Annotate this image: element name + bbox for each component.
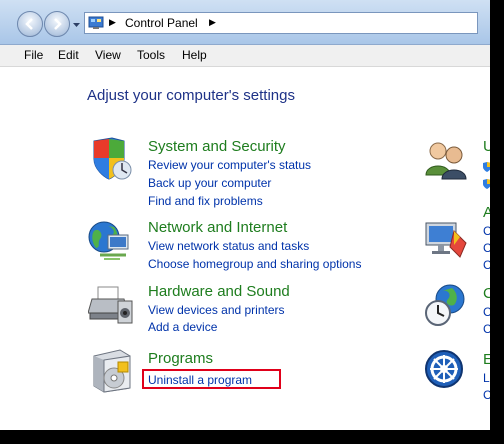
ease-of-access-link-1-partial[interactable]: L	[483, 371, 490, 385]
menu-help[interactable]: Help	[182, 48, 207, 62]
breadcrumb-chevron-icon[interactable]: ▶	[209, 18, 216, 28]
uac-shield-icon	[483, 179, 490, 189]
link-network-status[interactable]: View network status and tasks	[148, 239, 309, 253]
recent-pages-dropdown-icon[interactable]	[73, 21, 80, 28]
link-devices-printers[interactable]: View devices and printers	[148, 303, 285, 317]
user-accounts-title-partial[interactable]: U	[483, 138, 490, 155]
appearance-link-1-partial[interactable]: C	[483, 224, 490, 238]
clock-globe-icon[interactable]	[424, 283, 468, 327]
arrow-right-icon	[54, 18, 62, 30]
clock-region-title-partial[interactable]: C	[483, 285, 490, 302]
page-title: Adjust your computer's settings	[87, 87, 295, 104]
users-icon[interactable]	[424, 137, 468, 181]
uac-shield-icon	[483, 162, 490, 172]
globe-network-icon[interactable]	[86, 219, 132, 265]
menu-file[interactable]: File	[24, 48, 43, 62]
main-content: Adjust your computer's settings System a…	[0, 67, 490, 430]
navigation-bar: ▶ Control Panel ▶	[0, 0, 490, 45]
ease-of-access-title-partial[interactable]: E	[483, 351, 490, 368]
back-button[interactable]	[17, 11, 43, 37]
ease-of-access-link-2-partial[interactable]: C	[483, 388, 490, 402]
control-panel-icon	[88, 16, 104, 29]
arrow-left-icon	[25, 18, 33, 30]
appearance-link-3-partial[interactable]: C	[483, 258, 490, 272]
link-homegroup[interactable]: Choose homegroup and sharing options	[148, 257, 361, 271]
menu-view[interactable]: View	[95, 48, 121, 62]
control-panel-window: ▶ Control Panel ▶ File Edit View Tools H…	[0, 0, 490, 430]
breadcrumb-chevron-icon[interactable]: ▶	[109, 18, 116, 28]
link-review-status[interactable]: Review your computer's status	[148, 158, 311, 172]
uninstall-highlight-box	[142, 369, 281, 389]
forward-button[interactable]	[44, 11, 70, 37]
programs-box-icon[interactable]	[90, 348, 136, 394]
clock-region-link-2-partial[interactable]: C	[483, 322, 490, 336]
category-hardware-sound-title[interactable]: Hardware and Sound	[148, 283, 290, 300]
category-programs-title[interactable]: Programs	[148, 350, 213, 367]
link-find-fix[interactable]: Find and fix problems	[148, 194, 263, 208]
appearance-title-partial[interactable]: A	[483, 204, 490, 221]
category-network-internet-title[interactable]: Network and Internet	[148, 219, 287, 236]
address-box[interactable]: ▶ Control Panel ▶	[84, 12, 478, 34]
menu-tools[interactable]: Tools	[137, 48, 165, 62]
appearance-link-2-partial[interactable]: C	[483, 241, 490, 255]
menu-bar: File Edit View Tools Help	[0, 45, 490, 67]
display-icon[interactable]	[424, 217, 468, 261]
ease-of-access-icon[interactable]	[424, 349, 468, 393]
category-system-security-title[interactable]: System and Security	[148, 138, 286, 155]
breadcrumb-control-panel[interactable]: Control Panel	[125, 16, 198, 30]
printer-icon[interactable]	[88, 283, 134, 329]
menu-edit[interactable]: Edit	[58, 48, 79, 62]
link-back-up[interactable]: Back up your computer	[148, 176, 271, 190]
shield-icon[interactable]	[88, 137, 134, 183]
link-add-device[interactable]: Add a device	[148, 320, 217, 334]
clock-region-link-1-partial[interactable]: C	[483, 305, 490, 319]
